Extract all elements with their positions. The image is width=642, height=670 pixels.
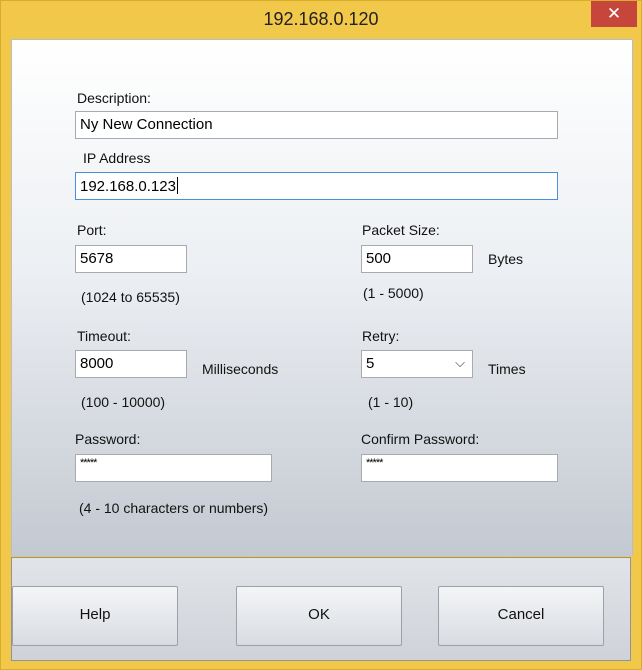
button-bar: Help OK Cancel (11, 557, 631, 661)
retry-value: 5 (366, 355, 375, 372)
ok-button[interactable]: OK (236, 586, 402, 646)
port-label: Port: (77, 222, 107, 238)
retry-unit: Times (488, 361, 526, 377)
cancel-button[interactable]: Cancel (438, 586, 604, 646)
confirm-password-masked-value: ***** (366, 457, 383, 469)
confirm-password-label: Confirm Password: (361, 431, 480, 447)
timeout-input[interactable]: 8000 (75, 350, 187, 378)
retry-select[interactable]: 5 ⌵ (361, 350, 473, 378)
chevron-down-icon: ⌵ (455, 355, 465, 370)
description-value: Ny New Connection (80, 116, 213, 133)
packet-size-label: Packet Size: (362, 222, 440, 238)
description-input[interactable]: Ny New Connection (75, 111, 558, 139)
packet-size-range-hint: (1 - 5000) (363, 285, 424, 301)
packet-size-input[interactable]: 500 (361, 245, 473, 273)
port-input[interactable]: 5678 (75, 245, 187, 273)
timeout-range-hint: (100 - 10000) (81, 394, 166, 410)
port-range-hint: (1024 to 65535) (81, 289, 180, 305)
password-label: Password: (75, 431, 141, 447)
window-title: 192.168.0.120 (263, 9, 379, 29)
close-button[interactable]: ✕ (591, 1, 637, 27)
description-label: Description: (77, 90, 151, 106)
port-value: 5678 (80, 250, 114, 267)
confirm-password-input[interactable]: ***** (361, 454, 558, 482)
help-button[interactable]: Help (12, 586, 178, 646)
dialog-window: 192.168.0.120 ✕ Description: Ny New Conn… (0, 0, 642, 670)
dialog-body: Description: Ny New Connection IP Addres… (11, 39, 633, 556)
ip-address-value: 192.168.0.123 (80, 178, 176, 195)
retry-label: Retry: (362, 328, 400, 344)
packet-size-value: 500 (366, 250, 392, 267)
title-bar[interactable]: 192.168.0.120 ✕ (1, 1, 641, 37)
text-caret (176, 177, 178, 194)
close-icon: ✕ (606, 4, 622, 23)
timeout-unit: Milliseconds (202, 361, 279, 377)
packet-size-unit: Bytes (488, 251, 524, 267)
timeout-value: 8000 (80, 355, 114, 372)
ip-address-label: IP Address (83, 150, 151, 166)
password-input[interactable]: ***** (75, 454, 272, 482)
retry-range-hint: (1 - 10) (368, 394, 414, 410)
password-hint: (4 - 10 characters or numbers) (79, 500, 269, 516)
ip-address-input[interactable]: 192.168.0.123 (75, 172, 558, 200)
password-masked-value: ***** (80, 457, 97, 469)
timeout-label: Timeout: (77, 328, 131, 344)
